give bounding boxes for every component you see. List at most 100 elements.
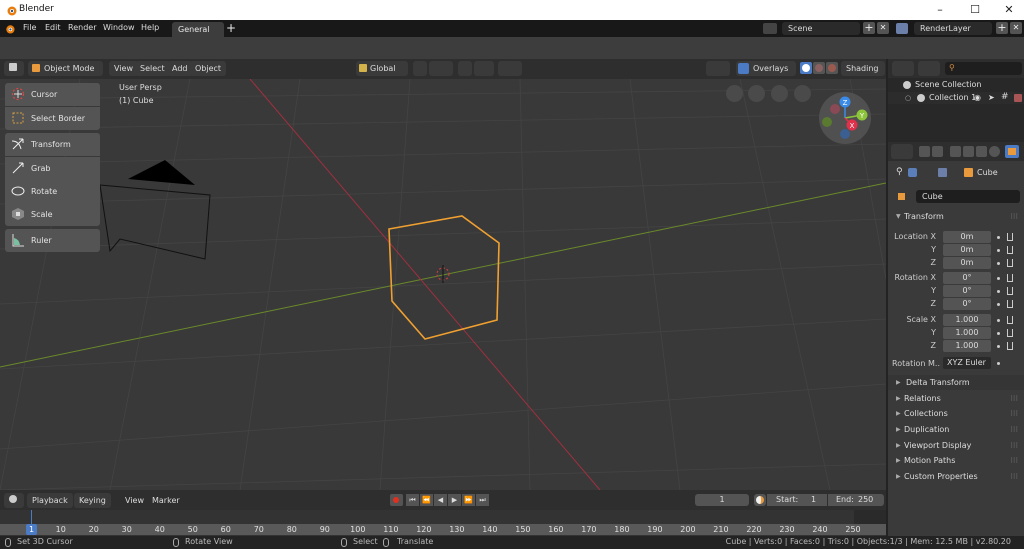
rendered-shading-button[interactable] <box>826 62 838 74</box>
keyframe-dot[interactable] <box>997 290 1000 293</box>
world-tab-icon[interactable] <box>989 146 1000 157</box>
3d-viewport[interactable]: User Persp (1) Cube Cursor Select Border… <box>0 79 886 490</box>
camera-view-icon[interactable] <box>748 85 765 102</box>
jump-end-button[interactable]: ⏭ <box>476 494 489 506</box>
tool-select-border[interactable]: Select Border <box>5 107 100 130</box>
rotation-y-field[interactable]: 0° <box>943 285 991 297</box>
close-window-button[interactable]: ✕ <box>994 0 1024 20</box>
keyframe-dot[interactable] <box>997 277 1000 280</box>
lock-icon[interactable] <box>1007 316 1013 324</box>
playhead-frame[interactable]: 1 <box>26 524 37 535</box>
play-button[interactable]: ▶ <box>448 494 461 506</box>
menu-help[interactable]: Help <box>141 23 159 32</box>
menu-view[interactable]: View <box>109 61 138 76</box>
toggle-camera-view-icon[interactable] <box>726 85 743 102</box>
tool-rotate[interactable]: Rotate <box>5 180 100 203</box>
menu-add[interactable]: Add <box>167 61 193 76</box>
menu-file[interactable]: File <box>23 23 36 32</box>
preview-range-button[interactable] <box>754 494 766 506</box>
jump-keyframe-back-button[interactable]: ⏪ <box>420 494 433 506</box>
rotation-x-field[interactable]: 0° <box>943 272 991 284</box>
keyframe-dot[interactable] <box>997 319 1000 322</box>
selectable-icon[interactable]: ➤ <box>988 93 995 102</box>
editor-type-button[interactable] <box>4 61 24 76</box>
keyframe-dot[interactable] <box>997 249 1000 252</box>
lock-icon[interactable] <box>1007 246 1013 254</box>
rotation-mode-dropdown[interactable]: XYZ Euler <box>943 357 991 369</box>
outliner-search-input[interactable]: ⚲ <box>945 62 1022 75</box>
tool-ruler[interactable]: Ruler <box>5 229 100 252</box>
drag-handle-icon[interactable]: ⁝⁝⁝ <box>1010 209 1018 224</box>
scale-y-field[interactable]: 1.000 <box>943 327 991 339</box>
pin-icon[interactable]: ⚲ <box>896 167 903 177</box>
drag-handle-icon[interactable]: ⁝⁝⁝ <box>1010 422 1018 437</box>
keyframe-dot[interactable] <box>997 332 1000 335</box>
tool-grab[interactable]: Grab <box>5 157 100 180</box>
tool-cursor[interactable]: Cursor <box>5 83 100 106</box>
overlays-dropdown[interactable]: Overlays <box>736 61 796 76</box>
tool-tab-icon[interactable] <box>919 146 930 157</box>
snap-button[interactable] <box>429 61 453 76</box>
outliner-item-collection-1[interactable]: ○ Collection 1 ◉ ➤ # <box>888 92 1024 104</box>
playhead-line[interactable] <box>31 510 32 524</box>
scene-icon[interactable] <box>763 23 777 34</box>
menu-object[interactable]: Object <box>190 61 227 76</box>
keying-dropdown[interactable]: Keying <box>74 493 111 508</box>
falloff-button[interactable] <box>474 61 494 76</box>
menu-select[interactable]: Select <box>135 61 170 76</box>
menu-window[interactable]: Window <box>103 23 135 32</box>
transform-gizmo-button[interactable] <box>498 61 522 76</box>
minimize-button[interactable]: – <box>925 0 955 20</box>
eye-icon[interactable]: ◉ <box>974 93 981 102</box>
new-render-layer-button[interactable]: + <box>996 22 1008 34</box>
new-scene-button[interactable]: + <box>863 22 875 34</box>
rotation-z-field[interactable]: 0° <box>943 298 991 310</box>
lock-icon[interactable] <box>1007 287 1013 295</box>
shading-dropdown[interactable]: Shading <box>841 61 885 76</box>
drag-handle-icon[interactable]: ⁝⁝⁝ <box>1010 406 1018 421</box>
tool-scale[interactable]: Scale <box>5 203 100 226</box>
render-icon[interactable] <box>1014 94 1022 102</box>
timeline-editor-type-button[interactable] <box>4 493 24 508</box>
output-tab-icon[interactable] <box>950 146 961 157</box>
outliner-display-mode-button[interactable] <box>918 61 940 76</box>
tool-transform[interactable]: Transform <box>5 133 100 156</box>
drag-handle-icon[interactable]: ⁝⁝⁝ <box>1010 453 1018 468</box>
start-frame-field[interactable]: Start: 1 <box>767 494 827 506</box>
orientation-dropdown[interactable]: Global <box>356 61 408 76</box>
scene-field[interactable]: Scene <box>782 22 860 35</box>
material-shading-button[interactable] <box>813 62 825 74</box>
add-workspace-button[interactable]: + <box>226 21 236 35</box>
lock-icon[interactable] <box>1007 342 1013 350</box>
properties-editor-type-button[interactable] <box>891 144 913 159</box>
record-button[interactable] <box>390 494 403 506</box>
timeline-menu-view[interactable]: View <box>120 493 149 508</box>
jump-start-button[interactable]: ⏮ <box>406 494 419 506</box>
panel-relations[interactable]: ▶ Relations ⁝⁝⁝ <box>888 391 1024 406</box>
play-reverse-button[interactable]: ◀ <box>434 494 447 506</box>
location-y-field[interactable]: 0m <box>943 244 991 256</box>
outliner-editor-type-button[interactable] <box>892 61 914 76</box>
scale-z-field[interactable]: 1.000 <box>943 340 991 352</box>
delete-scene-button[interactable]: ✕ <box>877 22 889 34</box>
timeline-menu-marker[interactable]: Marker <box>147 493 185 508</box>
keyframe-dot[interactable] <box>997 362 1000 365</box>
render-layer-field[interactable]: RenderLayer <box>914 22 992 35</box>
menu-render[interactable]: Render <box>68 23 96 32</box>
object-tab-icon[interactable] <box>1005 145 1019 158</box>
expand-icon[interactable]: ○ <box>905 94 911 102</box>
object-name-input[interactable]: Cube <box>916 190 1020 203</box>
end-frame-field[interactable]: End: 250 <box>828 494 884 506</box>
delete-render-layer-button[interactable]: ✕ <box>1010 22 1022 34</box>
render-layer-icon[interactable] <box>896 23 908 34</box>
cube-outline[interactable] <box>388 215 500 340</box>
show-gizmo-button[interactable] <box>706 61 730 76</box>
lock-icon[interactable] <box>1007 233 1013 241</box>
panel-custom-properties[interactable]: ▶ Custom Properties ⁝⁝⁝ <box>888 469 1024 484</box>
lock-icon[interactable] <box>1007 274 1013 282</box>
pivot-button[interactable] <box>413 61 427 76</box>
proportional-edit-button[interactable] <box>458 61 472 76</box>
location-z-field[interactable]: 0m <box>943 257 991 269</box>
jump-keyframe-forward-button[interactable]: ⏩ <box>462 494 475 506</box>
view-layer-tab-icon[interactable] <box>963 146 974 157</box>
